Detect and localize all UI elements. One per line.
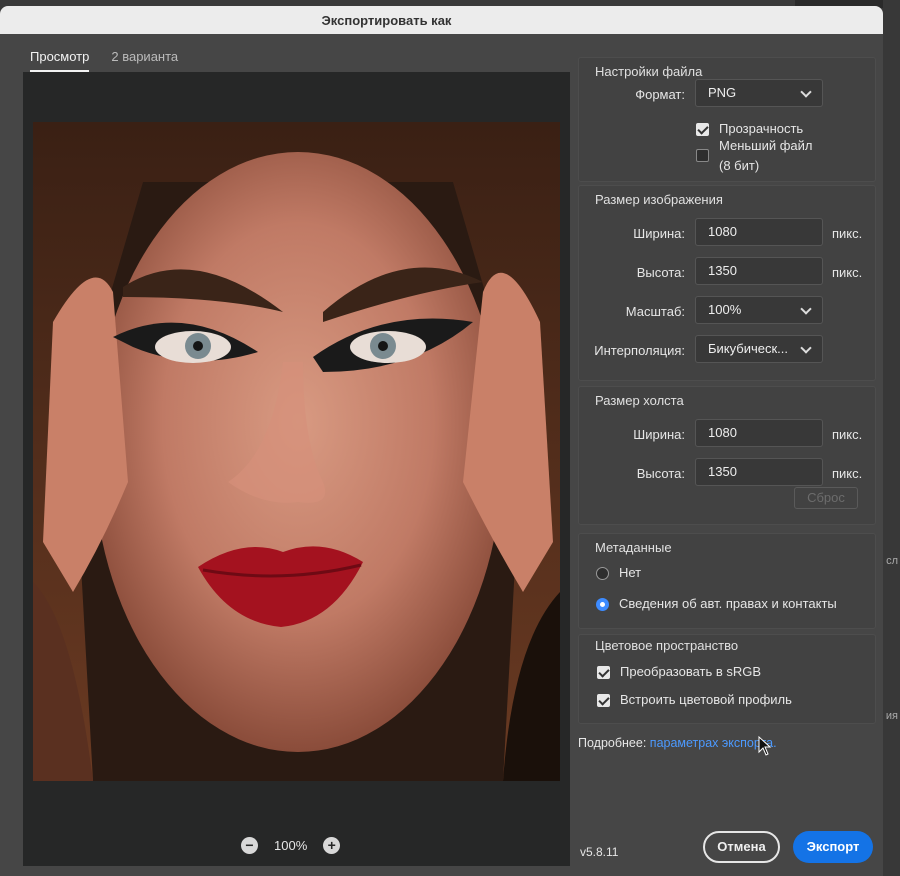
- zoom-out-icon[interactable]: −: [241, 837, 258, 854]
- convert-srgb-label: Преобразовать в sRGB: [620, 664, 762, 679]
- metadata-none-label: Нет: [619, 565, 642, 580]
- portrait-illustration: [33, 122, 560, 781]
- metadata-title: Метаданные: [595, 540, 672, 555]
- zoom-controls: − 100% +: [241, 837, 341, 854]
- color-space-title: Цветовое пространство: [595, 638, 739, 653]
- learn-more-text: Подробнее:: [578, 736, 647, 750]
- scale-label: Масштаб:: [625, 304, 685, 319]
- mouse-cursor-icon: [758, 736, 772, 756]
- canvas-height-input[interactable]: 1350: [695, 458, 823, 486]
- metadata-panel: Метаданные Нет Сведения об авт. правах и…: [578, 533, 876, 629]
- preview-area[interactable]: − 100% +: [23, 72, 570, 866]
- reset-button[interactable]: Сброс: [794, 487, 858, 509]
- image-height-input[interactable]: 1350: [695, 257, 823, 285]
- preview-tabs: Просмотр 2 варианта: [30, 49, 178, 72]
- tab-variants[interactable]: 2 варианта: [111, 49, 178, 72]
- interpolation-label: Интерполяция:: [594, 343, 685, 358]
- export-button[interactable]: Экспорт: [793, 831, 873, 863]
- dialog-titlebar[interactable]: Экспортировать как: [0, 6, 883, 34]
- file-settings-panel: Настройки файла Формат: PNG Прозрачность…: [578, 57, 876, 182]
- image-size-title: Размер изображения: [595, 192, 723, 207]
- image-height-label: Высота:: [636, 265, 685, 280]
- canvas-width-unit: пикс.: [832, 427, 863, 442]
- transparency-label: Прозрачность: [719, 121, 804, 136]
- tab-preview[interactable]: Просмотр: [30, 49, 90, 72]
- background-right-label: ия: [885, 710, 898, 722]
- color-space-panel: Цветовое пространство Преобразовать в sR…: [578, 634, 876, 724]
- canvas-size-title: Размер холста: [595, 393, 684, 408]
- image-size-panel: Размер изображения Ширина: 1080 пикс. Вы…: [578, 185, 876, 381]
- convert-srgb-checkbox[interactable]: [597, 666, 610, 679]
- image-width-unit: пикс.: [832, 226, 863, 241]
- file-settings-title: Настройки файла: [595, 64, 703, 79]
- dialog-title: Экспортировать как: [321, 12, 452, 28]
- canvas-height-unit: пикс.: [832, 466, 863, 481]
- smaller-file-checkbox[interactable]: [696, 149, 709, 162]
- format-select[interactable]: PNG: [695, 79, 823, 107]
- interpolation-select[interactable]: Бикубическ...: [695, 335, 823, 363]
- smaller-file-sublabel: (8 бит): [719, 158, 760, 173]
- image-height-unit: пикс.: [832, 265, 863, 280]
- metadata-copyright-label: Сведения об авт. правах и контакты: [619, 596, 837, 611]
- canvas-width-label: Ширина:: [633, 427, 685, 442]
- embed-profile-checkbox[interactable]: [597, 694, 610, 707]
- image-width-label: Ширина:: [633, 226, 685, 241]
- export-as-dialog: Просмотр 2 варианта − 100% + Настройки ф…: [0, 34, 883, 876]
- zoom-level: 100%: [274, 838, 308, 853]
- metadata-none-radio[interactable]: [596, 567, 609, 580]
- background-right-panel: [883, 0, 900, 876]
- smaller-file-label: Меньший файл: [719, 138, 813, 153]
- metadata-copyright-radio[interactable]: [596, 598, 609, 611]
- format-label: Формат:: [635, 87, 685, 102]
- canvas-width-input[interactable]: 1080: [695, 419, 823, 447]
- image-width-input[interactable]: 1080: [695, 218, 823, 246]
- background-right-label: сл: [886, 555, 898, 567]
- canvas-size-panel: Размер холста Ширина: 1080 пикс. Высота:…: [578, 386, 876, 525]
- preview-image: [33, 122, 560, 781]
- cancel-button[interactable]: Отмена: [703, 831, 780, 863]
- scale-select[interactable]: 100%: [695, 296, 823, 324]
- canvas-height-label: Высота:: [636, 466, 685, 481]
- zoom-in-icon[interactable]: +: [323, 837, 341, 854]
- version-label: v5.8.11: [580, 845, 619, 859]
- transparency-checkbox[interactable]: [696, 123, 709, 136]
- learn-more-note: Подробнее: параметрах экспорта.: [578, 736, 777, 750]
- embed-profile-label: Встроить цветовой профиль: [620, 692, 792, 707]
